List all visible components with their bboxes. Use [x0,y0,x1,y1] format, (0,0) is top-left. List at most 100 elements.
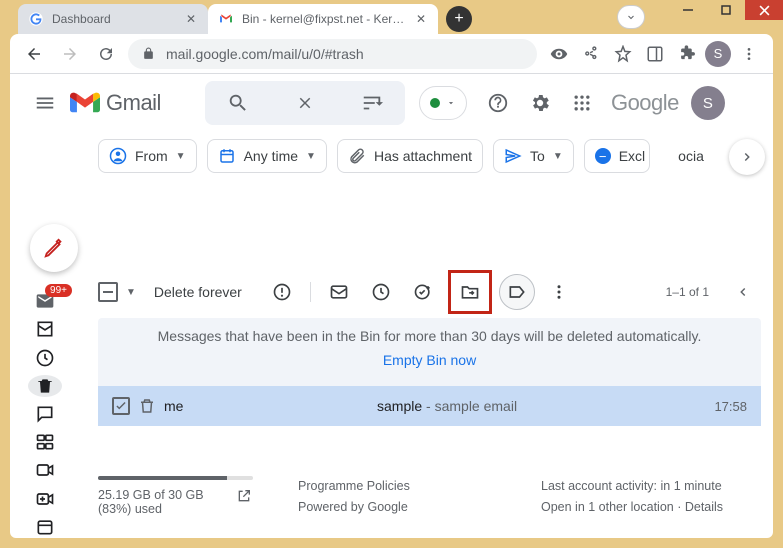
settings-button[interactable] [521,84,559,122]
reload-button[interactable] [92,40,120,68]
trash-banner: Messages that have been in the Bin for m… [98,318,761,386]
programme-policies-link[interactable]: Programme Policies [298,476,541,497]
browser-tab-dashboard[interactable]: Dashboard ✕ [18,4,208,34]
storage-text: 25.19 GB of 30 GB (83%) used [98,488,228,516]
chip-label: Any time [244,148,298,164]
row-sender: me [164,398,369,414]
lock-icon [142,47,156,60]
sidebar-meet[interactable] [28,459,62,481]
person-icon [109,147,127,165]
powered-by-text: Powered by Google [298,497,541,518]
chips-next-button[interactable] [729,139,765,175]
email-row[interactable]: me sample - sample email 17:58 [98,386,761,426]
add-to-tasks-button[interactable] [405,274,441,310]
gmail-word: Gmail [106,90,161,116]
share-icon[interactable] [577,40,605,68]
status-dot-icon [430,98,440,108]
forward-button[interactable] [56,40,84,68]
sidebar-snoozed[interactable] [28,346,62,368]
banner-text: Messages that have been in the Bin for m… [108,328,751,344]
main-menu-button[interactable] [24,82,66,124]
row-subject: sample [377,398,422,414]
chip-from[interactable]: From ▼ [98,139,197,173]
sidebar-chat[interactable] [28,403,62,425]
chip-exclude[interactable]: − Excl [584,139,650,173]
sidebar-calendar[interactable] [28,516,62,538]
row-time: 17:58 [714,399,747,414]
tab-search-button[interactable] [617,5,645,29]
report-spam-button[interactable] [264,274,300,310]
gmail-logo[interactable]: Gmail [70,90,161,116]
compose-button[interactable] [30,224,78,272]
minus-circle-icon: − [595,148,611,164]
open-in-new-icon[interactable] [236,488,252,504]
chevron-down-icon [446,98,456,108]
older-button[interactable] [725,274,761,310]
labels-button[interactable] [499,274,535,310]
browser-tab-bin[interactable]: Bin - kernel@fixpst.net - KernelA ✕ [208,4,438,34]
tab-close-icon[interactable]: ✕ [414,12,428,26]
search-icon[interactable] [227,92,249,114]
page-count: 1–1 of 1 [666,285,709,299]
move-to-button[interactable] [452,274,488,310]
search-options-icon[interactable] [361,92,383,114]
sidebar-drafts[interactable] [28,318,62,340]
empty-bin-link[interactable]: Empty Bin now [383,352,476,368]
sidebar-spaces[interactable] [28,431,62,453]
tab-title: Bin - kernel@fixpst.net - KernelA [242,12,406,26]
select-all-checkbox[interactable] [98,282,118,302]
chip-label: Excl [619,148,645,164]
select-dropdown[interactable]: ▼ [126,287,136,298]
storage-bar [98,476,253,480]
details-link[interactable]: Open in 1 other location · Details [541,497,761,518]
storage-block: 25.19 GB of 30 GB (83%) used [98,476,298,519]
mark-unread-button[interactable] [321,274,357,310]
chip-label: Has attachment [374,148,472,164]
tab-close-icon[interactable]: ✕ [184,12,198,26]
chip-partial-label: ocia [678,148,704,164]
chevron-down-icon: ▼ [306,151,316,162]
window-close-button[interactable] [745,0,783,20]
chip-to[interactable]: To ▼ [493,139,574,173]
window-maximize-button[interactable] [707,0,745,20]
window-minimize-button[interactable] [669,0,707,20]
profile-avatar[interactable]: S [705,41,731,67]
account-activity-text: Last account activity: in 1 minute [541,476,761,497]
calendar-icon [218,147,236,165]
chevron-down-icon: ▼ [176,151,186,162]
chip-label: From [135,148,168,164]
extensions-icon[interactable] [673,40,701,68]
sidebar-inbox[interactable]: 99+ [28,290,62,312]
chrome-menu-button[interactable] [735,40,763,68]
account-avatar[interactable]: S [691,86,725,120]
chip-label: To [530,148,545,164]
favicon-google-icon [28,11,44,27]
new-tab-button[interactable]: + [446,6,472,32]
attachment-icon [348,147,366,165]
sidebar-new-meeting[interactable] [28,488,62,510]
toolbar-divider [310,282,311,302]
more-button[interactable] [541,274,577,310]
eye-icon[interactable] [545,40,573,68]
support-button[interactable] [479,84,517,122]
status-chip[interactable] [419,86,467,120]
favicon-gmail-icon [218,11,234,27]
address-bar[interactable]: mail.google.com/mail/u/0/#trash [128,39,537,69]
delete-forever-button[interactable]: Delete forever [154,284,242,300]
clear-search-icon[interactable] [294,92,316,114]
row-checkbox[interactable] [112,397,130,415]
chip-any-time[interactable]: Any time ▼ [207,139,327,173]
search-bar[interactable] [205,81,405,125]
gmail-m-icon [70,91,100,115]
chip-has-attachment[interactable]: Has attachment [337,139,483,173]
apps-button[interactable] [563,84,601,122]
bookmark-icon[interactable] [609,40,637,68]
inbox-badge: 99+ [45,284,72,297]
back-button[interactable] [20,40,48,68]
snooze-button[interactable] [363,274,399,310]
reading-list-icon[interactable] [641,40,669,68]
url-text: mail.google.com/mail/u/0/#trash [166,46,364,62]
send-icon [504,147,522,165]
tab-title: Dashboard [52,12,176,26]
sidebar-trash[interactable] [28,375,62,397]
